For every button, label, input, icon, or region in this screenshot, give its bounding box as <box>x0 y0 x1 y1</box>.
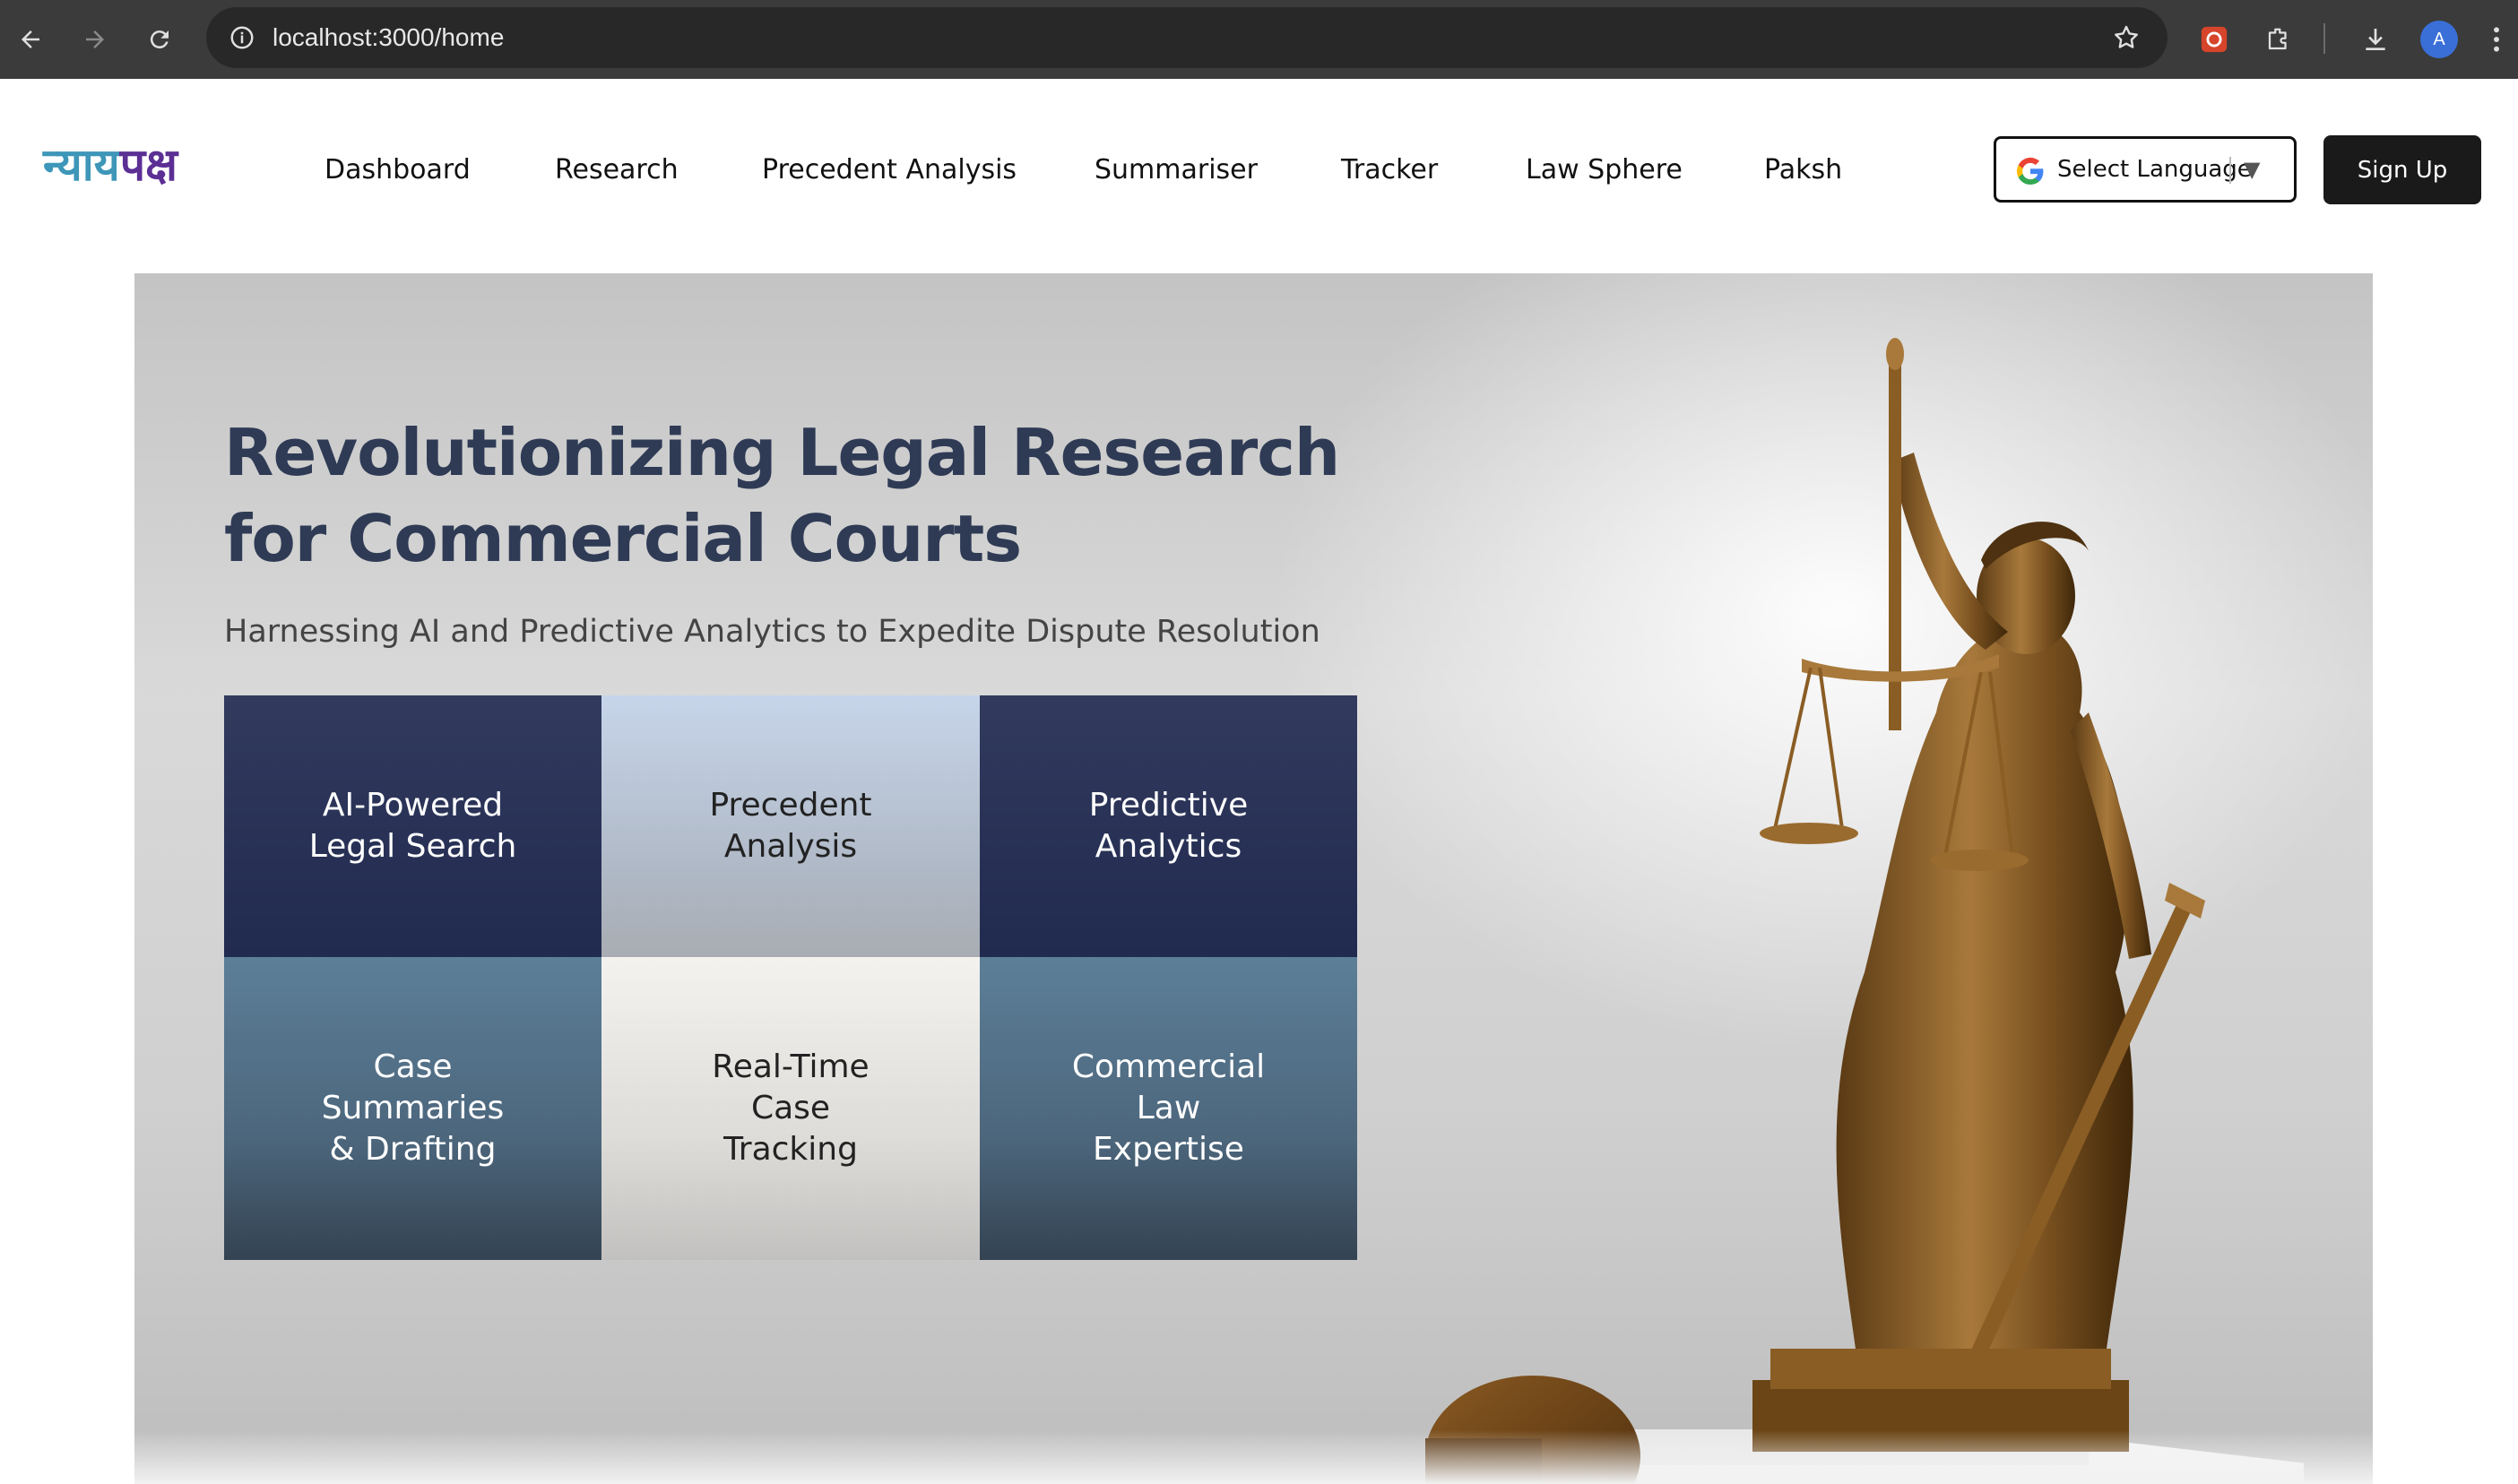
reload-icon[interactable] <box>140 20 179 59</box>
language-select-divider <box>2229 157 2231 184</box>
language-select[interactable]: Select Language ▼ <box>1994 136 2297 203</box>
url-text[interactable]: localhost:3000/home <box>273 7 504 68</box>
site-logo[interactable]: न्यायपक्ष <box>43 134 177 195</box>
logo-part-2: पक्ष <box>119 139 177 191</box>
feature-tile-label: Real-Time Case Tracking <box>712 1048 870 1168</box>
hero-banner: Revolutionizing Legal Research for Comme… <box>134 273 2373 1484</box>
back-arrow-icon[interactable] <box>11 20 50 59</box>
download-icon[interactable] <box>2356 20 2395 59</box>
language-select-label: Select Language <box>2057 156 2252 183</box>
feature-tile-label: AI-Powered Legal Search <box>308 787 517 865</box>
lady-justice-statue-image <box>1425 338 2304 1484</box>
nav-dashboard[interactable]: Dashboard <box>324 148 471 193</box>
logo-part-1: न्याय <box>43 139 120 191</box>
feature-tile-precedent-analysis[interactable]: Precedent Analysis <box>601 695 980 957</box>
puzzle-icon[interactable] <box>2259 20 2298 59</box>
bookmark-star-icon[interactable] <box>2107 18 2146 57</box>
extension-icon[interactable] <box>2194 20 2234 59</box>
sign-up-button[interactable]: Sign Up <box>2323 135 2481 204</box>
forward-arrow-icon[interactable] <box>75 20 115 59</box>
browser-toolbar: localhost:3000/home A <box>0 0 2518 79</box>
avatar[interactable]: A <box>2420 21 2458 58</box>
site-info-icon[interactable] <box>222 18 262 57</box>
nav-research[interactable]: Research <box>555 148 679 193</box>
feature-tile-label: Commercial Law Expertise <box>1071 1048 1266 1168</box>
chevron-down-icon: ▼ <box>2244 157 2261 182</box>
google-icon <box>2016 157 2044 186</box>
nav-paksh[interactable]: Paksh <box>1764 148 1842 193</box>
feature-tile-case-summaries[interactable]: Case Summaries & Drafting <box>224 957 601 1260</box>
feature-tile-label: Precedent Analysis <box>709 787 872 865</box>
kebab-menu-icon[interactable] <box>2483 20 2510 59</box>
feature-tile-predictive-analytics[interactable]: Predictive Analytics <box>980 695 1357 957</box>
hero-title: Revolutionizing Legal Research for Comme… <box>224 415 1340 576</box>
feature-tile-label: Case Summaries & Drafting <box>321 1048 505 1168</box>
nav-summariser[interactable]: Summariser <box>1095 148 1258 193</box>
nav-precedent-analysis[interactable]: Precedent Analysis <box>762 148 1017 193</box>
feature-tile-commercial-law[interactable]: Commercial Law Expertise <box>980 957 1357 1260</box>
address-bar[interactable]: localhost:3000/home <box>206 7 2168 68</box>
feature-tile-ai-legal-search[interactable]: AI-Powered Legal Search <box>224 695 601 957</box>
feature-tile-label: Predictive Analytics <box>1088 787 1249 865</box>
nav-law-sphere[interactable]: Law Sphere <box>1526 148 1683 193</box>
feature-grid: AI-Powered Legal Search Precedent Analys… <box>224 695 1357 1260</box>
hero-subtitle: Harnessing AI and Predictive Analytics t… <box>224 614 1320 650</box>
feature-tile-case-tracking[interactable]: Real-Time Case Tracking <box>601 957 980 1260</box>
nav-tracker[interactable]: Tracker <box>1341 148 1438 193</box>
toolbar-divider <box>2323 23 2325 54</box>
